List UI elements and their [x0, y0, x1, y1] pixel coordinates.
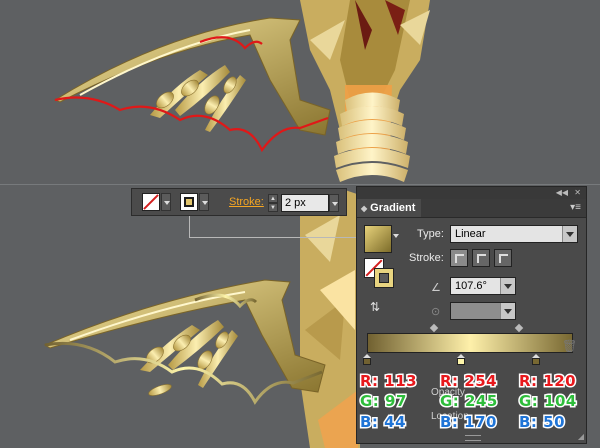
midpoint-diamond-2[interactable] — [514, 323, 524, 333]
stop2-g-value: G: 245 — [439, 391, 499, 412]
panel-tabbar: ◆ Gradient ▾≡ — [357, 199, 586, 218]
fill-stroke-toggle[interactable] — [364, 258, 396, 290]
stop2-r-value: R: 254 — [438, 371, 498, 392]
tab-gradient-label: Gradient — [370, 202, 416, 214]
stop1-r-value: R: 113 — [358, 371, 418, 392]
stroke-weight-input[interactable]: 2 px — [281, 194, 329, 212]
type-label: Type: — [417, 228, 444, 240]
gradient-preset-dropdown-icon[interactable] — [393, 234, 399, 238]
stroke-swatch[interactable] — [180, 193, 198, 211]
aspect-ratio-icon: ⊙ — [431, 306, 441, 318]
stroke-within-button[interactable] — [450, 249, 468, 267]
gradient-slider-ramp[interactable] — [367, 333, 573, 353]
stop2-b-value: B: 170 — [439, 412, 498, 433]
gradient-preview-swatch[interactable] — [364, 225, 392, 253]
tab-gradient[interactable]: ◆ Gradient — [357, 199, 422, 217]
stroke-weight-label[interactable]: Stroke: — [229, 196, 264, 208]
gradient-type-select[interactable]: Linear — [450, 225, 578, 243]
chevron-down-icon — [500, 303, 515, 319]
fill-none-swatch[interactable] — [142, 193, 160, 211]
stroke-swatch-dropdown[interactable] — [199, 193, 209, 211]
stroke-weight-dropdown[interactable] — [329, 194, 339, 212]
stroke-gradient-icon[interactable] — [374, 268, 394, 288]
stop3-r-value: R: 120 — [517, 371, 577, 392]
stroke-label: Stroke: — [409, 252, 444, 264]
stop3-g-value: G: 104 — [518, 391, 578, 412]
angle-input[interactable]: 107.6° — [450, 277, 516, 295]
close-icon[interactable]: ✕ — [574, 188, 581, 197]
wing-top — [53, 17, 331, 153]
gradient-stop-3[interactable] — [532, 354, 540, 366]
stroke-across-button[interactable] — [494, 249, 512, 267]
gradient-type-value: Linear — [455, 228, 486, 240]
collapse-icon[interactable]: ◀◀ — [556, 188, 568, 197]
fill-dropdown[interactable] — [161, 193, 171, 211]
resize-handle-icon[interactable]: ◢ — [578, 432, 584, 441]
stop3-b-value: B: 50 — [517, 412, 566, 433]
dragon-body-top — [300, 0, 430, 182]
gradient-stop-1[interactable] — [363, 354, 371, 366]
panel-menu-icon[interactable]: ▾≡ — [570, 202, 581, 213]
gradient-stop-2[interactable] — [457, 354, 465, 366]
angle-value: 107.6° — [455, 280, 487, 292]
callout-connector — [189, 216, 362, 238]
aspect-ratio-input[interactable] — [450, 302, 516, 320]
stroke-weight-stepper[interactable]: ▲ ▼ — [268, 194, 278, 212]
chevron-down-icon — [500, 278, 515, 294]
midpoint-diamond-1[interactable] — [429, 323, 439, 333]
tab-chevron-icon: ◆ — [361, 204, 368, 213]
control-bar: Stroke: ▲ ▼ 2 px — [131, 188, 347, 216]
wing-bottom — [43, 279, 326, 405]
panel-header-strip: ◀◀ ✕ — [357, 187, 586, 199]
divider-line — [0, 184, 600, 185]
stop1-g-value: G: 97 — [359, 391, 408, 412]
stop1-b-value: B: 44 — [358, 412, 407, 433]
angle-icon: ∠ — [431, 282, 441, 294]
stroke-along-button[interactable] — [472, 249, 490, 267]
delete-stop-icon[interactable]: 🗑 — [562, 339, 577, 353]
reverse-gradient-icon[interactable]: ⇅ — [370, 300, 384, 314]
panel-grip[interactable] — [465, 435, 481, 441]
chevron-down-icon — [562, 226, 577, 242]
